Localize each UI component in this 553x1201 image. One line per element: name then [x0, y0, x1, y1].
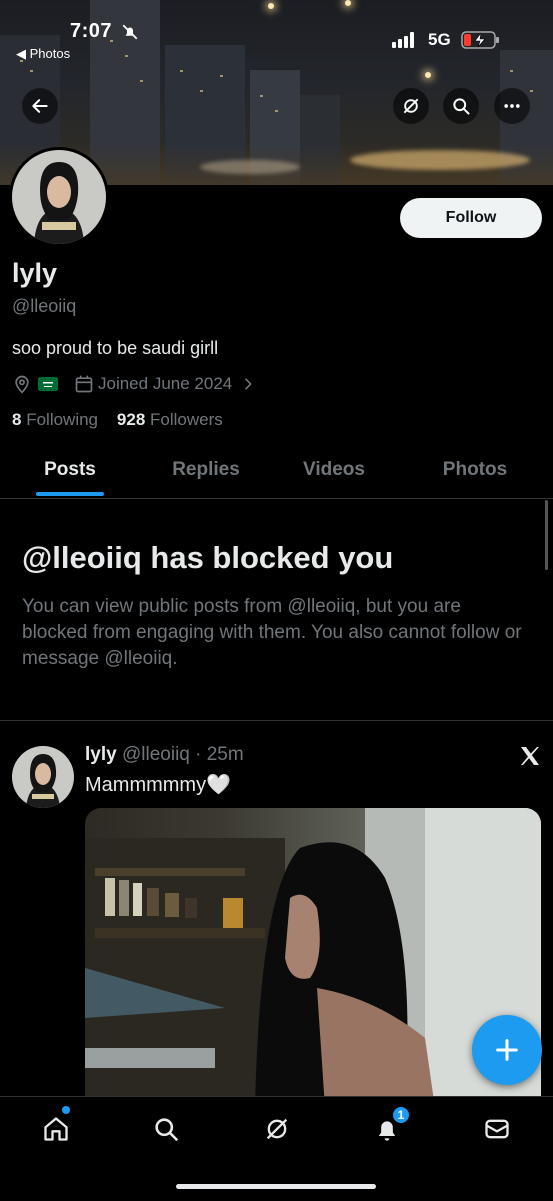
following-count: 8 — [12, 410, 22, 429]
battery-charging-icon — [461, 31, 499, 49]
x-logo-icon — [521, 747, 539, 765]
joined-date: Joined June 2024 — [98, 374, 233, 393]
blocked-title: @lleoiiq has blocked you — [22, 540, 394, 575]
post-photo — [85, 808, 541, 1108]
more-options-button[interactable] — [494, 88, 530, 124]
section-divider — [0, 720, 553, 721]
back-arrow-icon — [32, 99, 48, 113]
network-label: 5G — [428, 30, 451, 49]
post-author-avatar[interactable] — [12, 746, 74, 808]
search-icon — [155, 1118, 178, 1141]
post-text: Mammmmmy🤍 — [85, 774, 231, 796]
bell-off-icon — [122, 24, 138, 40]
nav-home[interactable] — [38, 1111, 74, 1147]
home-indicator-bar[interactable] — [176, 1184, 376, 1189]
search-button[interactable] — [443, 88, 479, 124]
home-icon — [44, 1117, 68, 1141]
grok-icon — [266, 1118, 288, 1140]
following-label: Following — [26, 410, 99, 429]
mail-icon — [485, 1119, 509, 1139]
scrollbar-thumb[interactable] — [545, 500, 548, 570]
grok-icon — [403, 98, 419, 114]
tab-posts[interactable]: Posts — [10, 448, 130, 498]
followers-label: Followers — [150, 410, 223, 429]
more-icon — [504, 104, 520, 108]
nav-messages[interactable] — [479, 1111, 515, 1147]
profile-meta-row: Joined June 2024 — [12, 372, 256, 396]
active-tab-indicator — [36, 492, 104, 496]
calendar-icon — [75, 375, 93, 393]
nav-grok[interactable] — [259, 1111, 295, 1147]
nav-search[interactable] — [148, 1111, 184, 1147]
signal-icon — [392, 32, 414, 48]
post-header: lyly @lleoiiq · 25m — [85, 744, 244, 766]
display-name: lyly — [12, 258, 58, 288]
post-avatar-photo — [12, 746, 74, 808]
profile-avatar[interactable] — [9, 147, 109, 247]
followers-count: 928 — [116, 410, 146, 429]
saudi-flag-icon — [38, 377, 58, 391]
grok-button[interactable] — [393, 88, 429, 124]
tab-photos[interactable]: Photos — [415, 448, 535, 498]
post-author-name[interactable]: lyly — [85, 744, 117, 765]
back-button[interactable] — [22, 88, 58, 124]
post-meta: @lleoiiq · 25m — [121, 744, 244, 765]
post-image[interactable] — [85, 808, 541, 1108]
follow-button[interactable]: Follow — [400, 198, 542, 238]
compose-post-button[interactable] — [472, 1015, 542, 1085]
followers-link[interactable]: 928 Followers — [117, 410, 223, 429]
search-icon — [453, 98, 470, 115]
tab-videos[interactable]: Videos — [278, 448, 390, 498]
plus-icon — [496, 1039, 518, 1061]
tab-replies[interactable]: Replies — [145, 448, 267, 498]
following-link[interactable]: 8 Following — [12, 410, 98, 429]
profile-handle: @lleoiiq — [12, 296, 77, 316]
back-to-photos-link[interactable]: ◀ Photos — [16, 46, 70, 62]
chevron-right-icon[interactable] — [240, 376, 256, 392]
status-time: 7:07 — [70, 20, 113, 42]
blocked-description: You can view public posts from @lleoiiq,… — [22, 596, 522, 669]
profile-bio: soo proud to be saudi girll — [12, 338, 219, 358]
home-unread-dot — [62, 1106, 70, 1114]
follow-stats: 8 Following 928 Followers — [12, 410, 223, 430]
notification-badge: 1 — [391, 1105, 411, 1125]
avatar-photo — [12, 150, 106, 244]
location-icon — [15, 375, 29, 394]
